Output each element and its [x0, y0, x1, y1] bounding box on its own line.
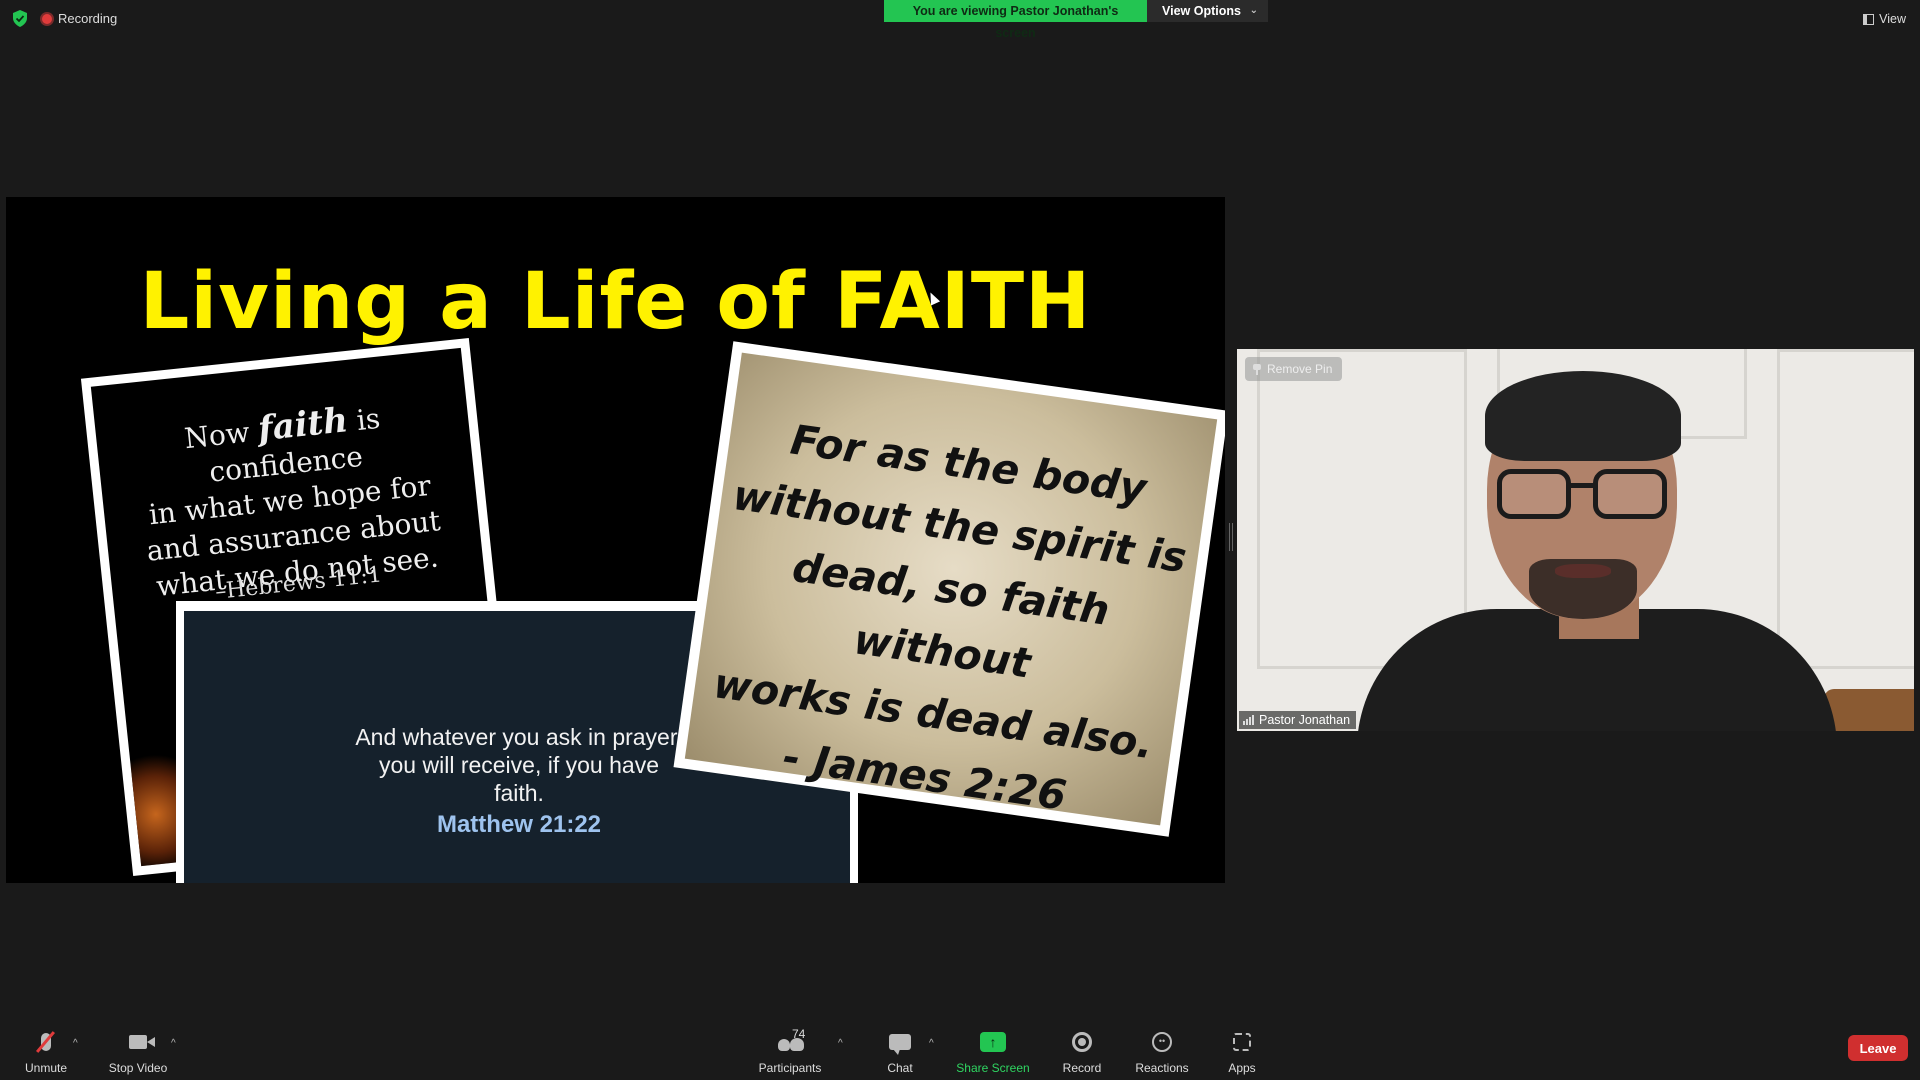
- leave-button[interactable]: Leave: [1848, 1035, 1908, 1061]
- person-glasses: [1497, 469, 1669, 521]
- unmute-button[interactable]: Unmute: [18, 1018, 74, 1080]
- james-quote: For as the body without the spirit is de…: [683, 400, 1211, 841]
- recording-dot-icon: [42, 13, 52, 24]
- record-icon: [1067, 1029, 1097, 1055]
- panel-resize-handle[interactable]: [1229, 523, 1233, 551]
- james-card: For as the body without the spirit is de…: [673, 341, 1225, 837]
- view-button[interactable]: View: [1863, 12, 1906, 26]
- chat-label: Chat: [887, 1061, 913, 1075]
- matthew-quote: And whatever you ask in prayer, you will…: [354, 723, 684, 839]
- participants-icon: 74: [762, 1027, 818, 1055]
- audio-options-caret-icon[interactable]: ^: [73, 1038, 78, 1049]
- top-status-area: Recording: [12, 10, 117, 27]
- chevron-down-icon: ⌄: [1249, 5, 1258, 16]
- person-hair: [1485, 371, 1681, 461]
- chat-caret-icon[interactable]: ^: [929, 1038, 934, 1049]
- participant-video-tile[interactable]: Remove Pin Pastor Jonathan: [1237, 349, 1914, 731]
- person-mouth: [1555, 564, 1611, 578]
- meeting-toolbar: Unmute ^ Stop Video ^ 74 Participants ^ …: [0, 1018, 1920, 1080]
- microphone-muted-icon: [31, 1029, 61, 1055]
- shared-screen: Living a Life of FAITH Now faith is conf…: [6, 197, 1225, 883]
- chair: [1824, 689, 1914, 731]
- stop-video-label: Stop Video: [108, 1061, 168, 1075]
- screen-share-banner: You are viewing Pastor Jonathan's screen…: [884, 0, 1268, 40]
- share-banner-message: You are viewing Pastor Jonathan's screen: [884, 0, 1147, 40]
- reactions-button[interactable]: •• Reactions: [1133, 1018, 1191, 1080]
- recording-label: Recording: [58, 11, 118, 26]
- video-camera-icon: [123, 1029, 155, 1055]
- record-label: Record: [1062, 1061, 1102, 1075]
- matthew-reference: Matthew 21:22: [436, 811, 602, 838]
- remove-pin-button[interactable]: Remove Pin: [1245, 357, 1343, 381]
- participants-button[interactable]: 74 Participants: [755, 1018, 825, 1080]
- reactions-label: Reactions: [1135, 1061, 1189, 1075]
- participant-name: Pastor Jonathan: [1259, 713, 1351, 727]
- smiley-icon: ••: [1147, 1029, 1177, 1055]
- signal-strength-icon: [1243, 715, 1254, 725]
- participants-count: 74: [792, 1027, 806, 1041]
- james-card-inner: For as the body without the spirit is de…: [684, 352, 1218, 826]
- unmute-label: Unmute: [24, 1061, 68, 1075]
- apps-label: Apps: [1228, 1061, 1256, 1075]
- participant-name-tag: Pastor Jonathan: [1239, 711, 1357, 729]
- apps-icon: [1227, 1029, 1257, 1055]
- recording-indicator[interactable]: Recording: [42, 11, 117, 26]
- wall-panel: [1777, 349, 1914, 669]
- stop-video-button[interactable]: Stop Video: [106, 1018, 170, 1080]
- view-label: View: [1879, 12, 1906, 26]
- wall-panel: [1257, 349, 1467, 669]
- view-layout-icon: [1863, 13, 1875, 25]
- video-options-caret-icon[interactable]: ^: [171, 1038, 176, 1049]
- chat-bubble-icon: [885, 1029, 915, 1055]
- chat-button[interactable]: Chat: [880, 1018, 920, 1080]
- share-screen-button[interactable]: ↑ Share Screen: [955, 1018, 1031, 1080]
- pin-icon: [1253, 363, 1261, 375]
- share-screen-icon: ↑: [978, 1029, 1008, 1055]
- remove-pin-label: Remove Pin: [1267, 362, 1333, 376]
- share-screen-label: Share Screen: [956, 1061, 1030, 1075]
- participants-caret-icon[interactable]: ^: [838, 1038, 843, 1049]
- participants-label: Participants: [758, 1061, 822, 1075]
- shield-icon[interactable]: [12, 10, 28, 27]
- view-options-button[interactable]: View Options ⌄: [1147, 0, 1268, 22]
- apps-button[interactable]: Apps: [1224, 1018, 1260, 1080]
- matthew-text: And whatever you ask in prayer, you will…: [355, 724, 683, 806]
- record-button[interactable]: Record: [1058, 1018, 1106, 1080]
- slide-title: Living a Life of FAITH: [139, 257, 1092, 347]
- view-options-label: View Options: [1162, 4, 1241, 18]
